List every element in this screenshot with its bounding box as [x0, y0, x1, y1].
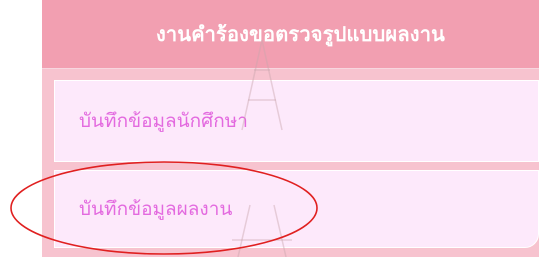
menu-panel: งานคำร้องขอตรวจรูปแบบผลงาน บันทึกข้อมูลน…: [42, 0, 539, 257]
menu-item-work-data[interactable]: บันทึกข้อมูลผลงาน: [54, 170, 539, 248]
menu-item-label: บันทึกข้อมูลนักศึกษา: [79, 110, 248, 132]
panel-title: งานคำร้องขอตรวจรูปแบบผลงาน: [155, 22, 446, 46]
menu-item-label: บันทึกข้อมูลผลงาน: [79, 198, 233, 220]
menu-item-student-data[interactable]: บันทึกข้อมูลนักศึกษา: [54, 80, 539, 162]
panel-header: งานคำร้องขอตรวจรูปแบบผลงาน: [42, 0, 539, 69]
